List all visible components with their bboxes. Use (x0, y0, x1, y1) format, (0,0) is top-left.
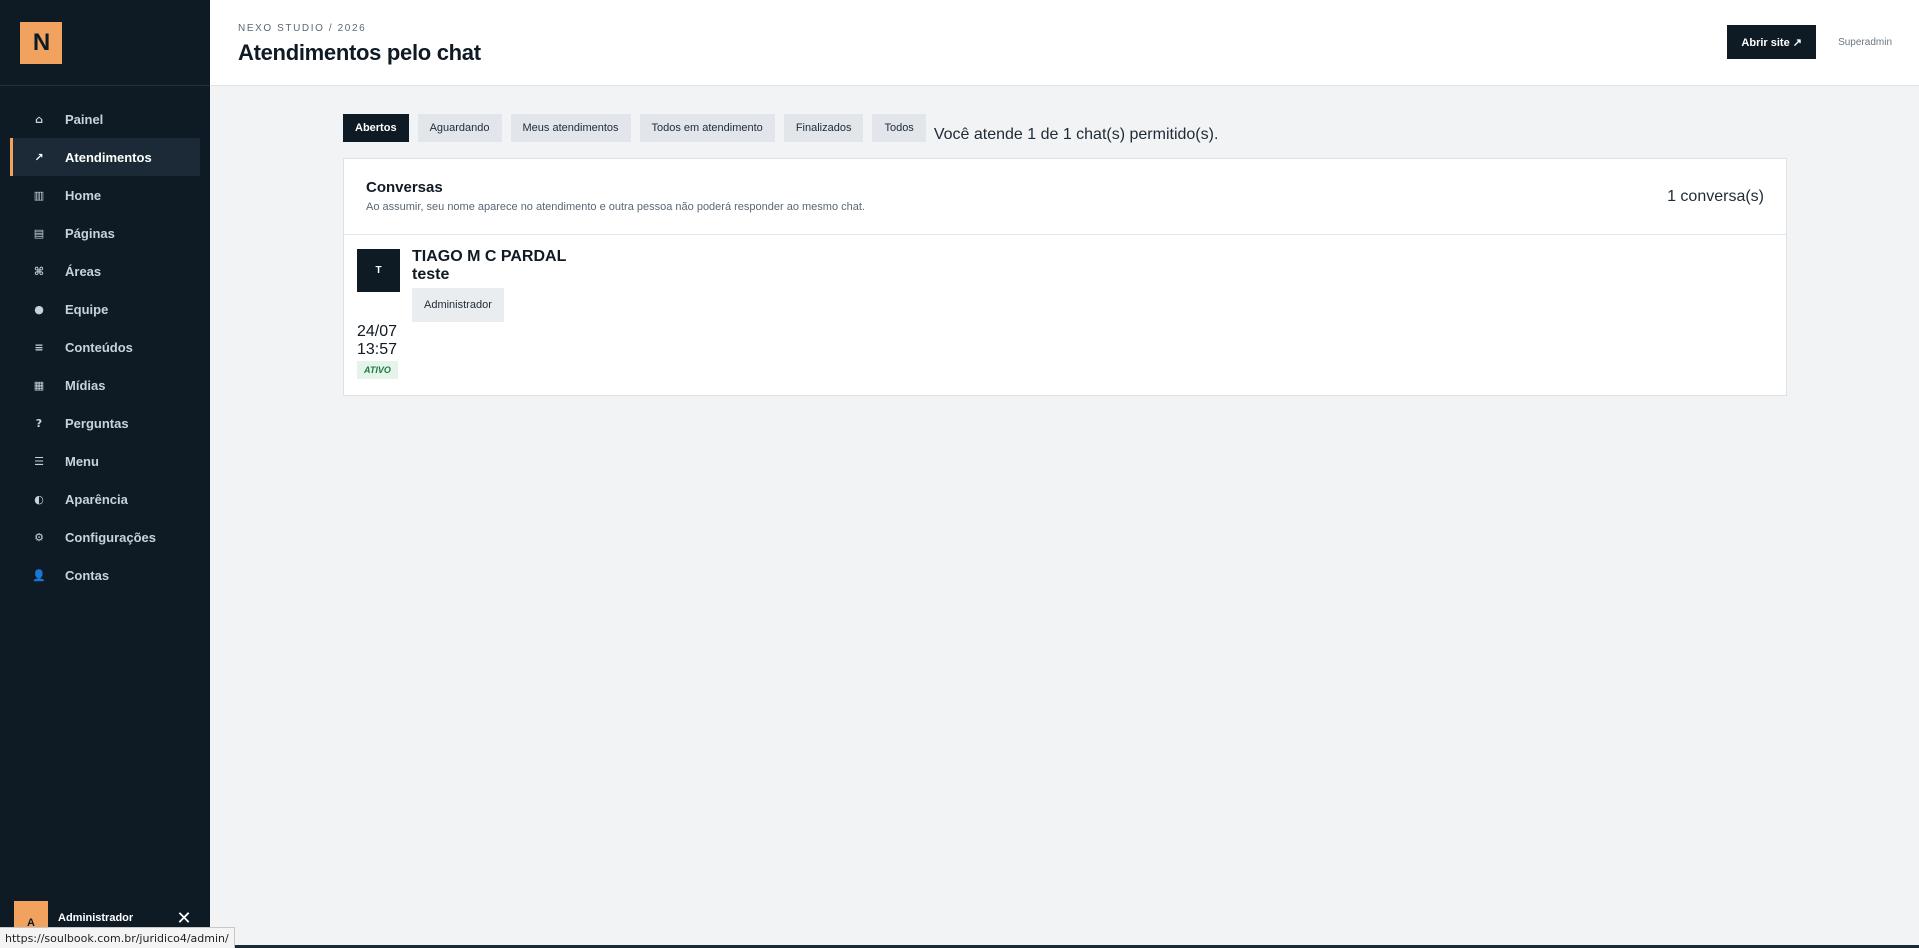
sidebar-item-label: Contas (65, 567, 110, 583)
sidebar-item-label: Painel (65, 111, 104, 127)
close-icon[interactable]: ✕ (174, 908, 194, 929)
sidebar-nav: ⌂ Painel ↗ Atendimentos ▥ Home ▤ Páginas… (0, 86, 210, 594)
team-icon: ● (34, 302, 44, 316)
sidebar-item-configuracoes[interactable]: ⚙ Configurações (0, 518, 200, 556)
chat-quota-text: Você atende 1 de 1 chat(s) permitido(s). (933, 126, 1219, 143)
sidebar-item-label: Menu (65, 453, 99, 469)
sidebar-item-label: Perguntas (65, 415, 129, 431)
sidebar-item-areas[interactable]: ⌘ Áreas (0, 252, 200, 290)
link-preview-statusbar: https://soulbook.com.br/juridico4/admin/ (0, 927, 235, 948)
top-header: NEXO STUDIO / 2026 Atendimentos pelo cha… (210, 0, 1919, 86)
sidebar-item-equipe[interactable]: ● Equipe (0, 290, 200, 328)
home-icon: ⌂ (35, 112, 43, 126)
assignee-badge: Administrador (412, 288, 504, 322)
sidebar-item-label: Conteúdos (65, 339, 133, 355)
status-badge: ATIVO (357, 361, 398, 379)
sidebar-item-label: Páginas (65, 225, 115, 241)
tab-abertos[interactable]: Abertos (343, 114, 409, 142)
sidebar-item-perguntas[interactable]: ? Perguntas (0, 404, 200, 442)
user-name: Administrador (58, 912, 134, 924)
contrast-icon: ◐ (34, 492, 44, 506)
sidebar-item-menu[interactable]: ☰ Menu (0, 442, 200, 480)
logo-area: N (0, 0, 210, 86)
sidebar-item-paginas[interactable]: ▤ Páginas (0, 214, 200, 252)
arrow-up-right-icon: ↗ (34, 150, 44, 164)
conversation-datetime: 24/07 13:57 (357, 323, 397, 359)
status-tabs: Abertos Aguardando Meus atendimentos Tod… (343, 114, 1787, 143)
last-message: teste (412, 266, 450, 283)
sidebar-item-conteudos[interactable]: ≡ Conteúdos (0, 328, 200, 366)
sidebar-item-aparencia[interactable]: ◐ Aparência (0, 480, 200, 518)
panel-subtitle: Ao assumir, seu nome aparece no atendime… (366, 201, 865, 213)
sidebar: N ⌂ Painel ↗ Atendimentos ▥ Home ▤ Págin… (0, 0, 210, 948)
sidebar-item-label: Home (65, 187, 102, 203)
main-content: Abertos Aguardando Meus atendimentos Tod… (343, 114, 1787, 396)
tab-todos-em-atendimento[interactable]: Todos em atendimento (639, 114, 775, 142)
conversations-panel: Conversas Ao assumir, seu nome aparece n… (343, 158, 1787, 396)
conversation-time: 13:57 (357, 341, 398, 358)
breadcrumb: NEXO STUDIO / 2026 (238, 23, 367, 34)
command-icon: ⌘ (33, 264, 45, 278)
list-icon: ≡ (34, 340, 44, 354)
question-icon: ? (35, 416, 43, 430)
conversation-item[interactable]: T TIAGO M C PARDAL teste Administrador 2… (344, 235, 1786, 395)
contact-avatar: T (357, 249, 400, 292)
sidebar-item-label: Aparência (65, 491, 128, 507)
media-icon: ▦ (33, 378, 45, 392)
menu-icon: ☰ (34, 454, 44, 468)
sidebar-item-contas[interactable]: 👤 Contas (0, 556, 200, 594)
tab-aguardando[interactable]: Aguardando (417, 114, 502, 142)
open-site-button[interactable]: Abrir site ↗ (1727, 25, 1816, 59)
conversation-date: 24/07 (357, 323, 398, 340)
role-label[interactable]: Superadmin (1838, 37, 1892, 48)
columns-icon: ▥ (33, 188, 45, 202)
panel-title: Conversas (366, 179, 443, 196)
user-icon: 👤 (32, 568, 46, 582)
sidebar-item-label: Equipe (65, 301, 109, 317)
sidebar-item-home[interactable]: ▥ Home (0, 176, 200, 214)
conversation-count: 1 conversa(s) (1667, 188, 1764, 205)
panel-header: Conversas Ao assumir, seu nome aparece n… (344, 159, 1786, 235)
tab-meus-atendimentos[interactable]: Meus atendimentos (510, 114, 631, 142)
sidebar-item-midias[interactable]: ▦ Mídias (0, 366, 200, 404)
page-icon: ▤ (33, 226, 45, 240)
sidebar-item-atendimentos[interactable]: ↗ Atendimentos (10, 138, 200, 176)
sidebar-item-label: Configurações (65, 529, 157, 545)
tab-finalizados[interactable]: Finalizados (783, 114, 864, 142)
tab-todos[interactable]: Todos (872, 114, 926, 142)
page-title: Atendimentos pelo chat (238, 40, 481, 65)
sidebar-item-label: Mídias (65, 377, 106, 393)
sidebar-item-label: Áreas (65, 263, 102, 279)
sidebar-item-label: Atendimentos (65, 149, 152, 165)
gear-icon: ⚙ (34, 530, 44, 544)
sidebar-item-painel[interactable]: ⌂ Painel (0, 100, 200, 138)
brand-logo[interactable]: N (20, 21, 62, 64)
contact-name[interactable]: TIAGO M C PARDAL (412, 248, 566, 266)
